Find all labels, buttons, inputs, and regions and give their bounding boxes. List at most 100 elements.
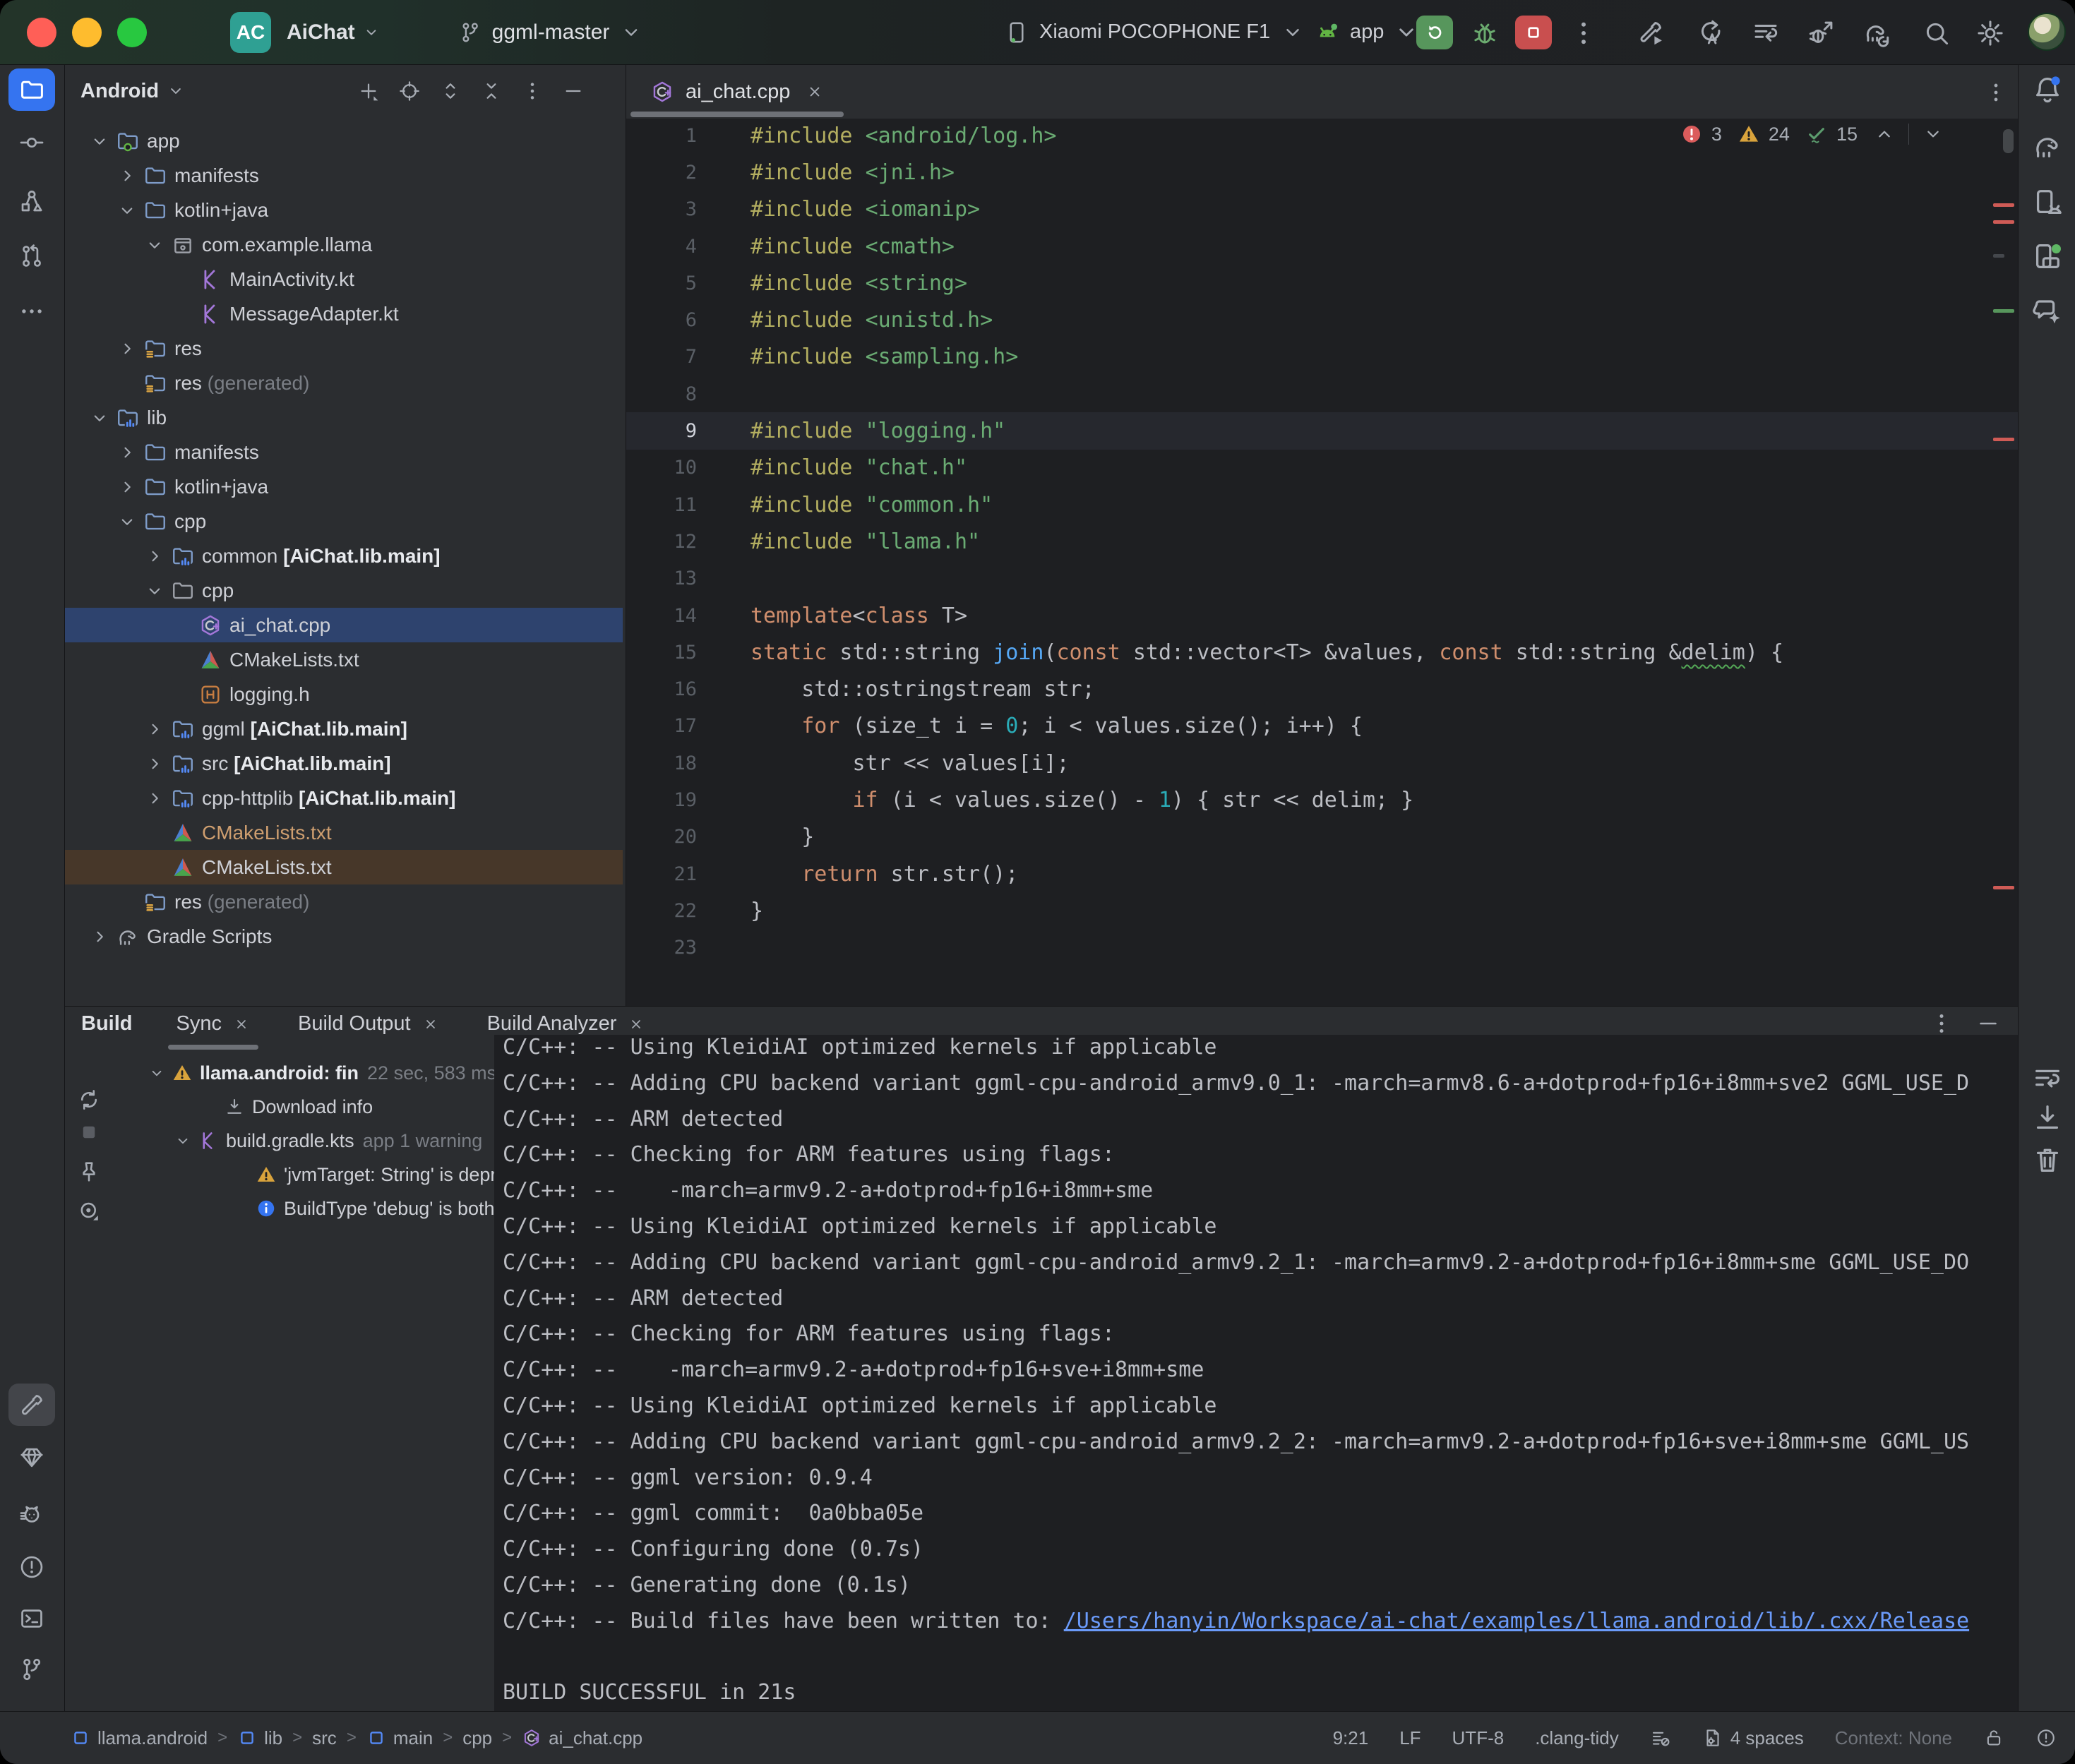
error-stripe-mark[interactable] bbox=[1993, 438, 2014, 441]
status-encoding[interactable]: UTF-8 bbox=[1452, 1727, 1505, 1749]
change-stripe-mark[interactable] bbox=[1993, 309, 2014, 313]
expand-all-button[interactable] bbox=[439, 80, 462, 102]
status-line-separator[interactable]: LF bbox=[1399, 1727, 1421, 1749]
breadcrumb-item[interactable]: ai_chat.cpp bbox=[522, 1727, 642, 1749]
project-view-selector[interactable]: Android bbox=[80, 80, 159, 103]
view-options-icon[interactable] bbox=[76, 1199, 102, 1224]
soft-wrap-button[interactable] bbox=[2031, 1062, 2064, 1094]
project-tree-row[interactable]: res (generated) bbox=[65, 884, 623, 919]
version-control-tool-button[interactable] bbox=[8, 1648, 55, 1691]
stop-gray-icon[interactable] bbox=[76, 1120, 102, 1145]
project-tree-row[interactable]: MessageAdapter.kt bbox=[65, 296, 623, 331]
pull-requests-tool-button[interactable] bbox=[8, 235, 55, 277]
build-options-button[interactable] bbox=[1929, 1011, 1954, 1036]
rerun-button[interactable] bbox=[1416, 16, 1453, 49]
project-selector[interactable]: AiChat bbox=[287, 20, 355, 44]
project-tree-row[interactable]: cpp bbox=[65, 573, 623, 608]
collapse-all-button[interactable] bbox=[480, 80, 503, 102]
build-tab-sync[interactable]: Sync bbox=[172, 1007, 254, 1048]
build-tree-row[interactable]: 'jvmTarget: String' is deprec bbox=[106, 1158, 494, 1192]
build-console[interactable]: C/C++: -- Using KleidiAI optimized kerne… bbox=[494, 1035, 2018, 1711]
status-clang-tidy[interactable]: .clang-tidy bbox=[1535, 1727, 1619, 1749]
project-tree-row[interactable]: com.example.llama bbox=[65, 227, 623, 262]
locate-file-button[interactable] bbox=[398, 80, 421, 102]
project-tree-row[interactable]: cpp-httplib [AiChat.lib.main] bbox=[65, 781, 623, 815]
status-inspections-widget[interactable] bbox=[2035, 1727, 2057, 1748]
breadcrumb-item[interactable]: src bbox=[312, 1727, 337, 1749]
previous-problem-button[interactable] bbox=[1873, 123, 1896, 145]
project-tree-row[interactable]: kotlin+java bbox=[65, 469, 623, 504]
gradle-sync-button[interactable] bbox=[1862, 18, 1892, 48]
notifications-button[interactable] bbox=[2031, 73, 2064, 106]
project-tree-row[interactable]: res (generated) bbox=[65, 366, 623, 400]
breadcrumb-item[interactable]: cpp bbox=[462, 1727, 492, 1749]
build-tree-row[interactable]: Download info bbox=[106, 1090, 494, 1124]
pin-icon[interactable] bbox=[76, 1159, 102, 1184]
breadcrumb-item[interactable]: main bbox=[366, 1727, 433, 1749]
error-stripe-mark[interactable] bbox=[1993, 886, 2014, 889]
project-tree-row[interactable]: ai_chat.cpp bbox=[65, 608, 623, 642]
code-area[interactable]: 1#include <android/log.h>2#include <jni.… bbox=[626, 119, 2018, 1006]
more-tool-windows-button[interactable] bbox=[8, 290, 55, 332]
editor-options-button[interactable] bbox=[1984, 80, 2008, 104]
add-button[interactable] bbox=[357, 80, 380, 102]
console-path-link[interactable]: /Users/hanyin/Workspace/ai-chat/examples… bbox=[1064, 1609, 1969, 1633]
gradle-tool-button[interactable] bbox=[2031, 130, 2064, 162]
close-icon[interactable] bbox=[806, 83, 824, 101]
editor-scrollbar[interactable] bbox=[2003, 129, 2014, 153]
project-tree-row[interactable]: Gradle Scripts bbox=[65, 919, 623, 954]
project-tree-row[interactable]: logging.h bbox=[65, 677, 623, 712]
commit-tool-button[interactable] bbox=[8, 121, 55, 164]
hide-panel-button[interactable] bbox=[562, 80, 585, 102]
branch-selector[interactable]: ggml-master bbox=[448, 20, 644, 44]
logcat-tool-button[interactable] bbox=[8, 1495, 55, 1537]
stop-button[interactable] bbox=[1515, 16, 1552, 49]
status-context[interactable]: Context: None bbox=[1835, 1727, 1952, 1749]
structure-tool-button[interactable] bbox=[8, 180, 55, 222]
clear-console-button[interactable] bbox=[2031, 1144, 2064, 1176]
apply-changes-button[interactable] bbox=[1696, 18, 1726, 48]
status-caret-position[interactable]: 9:21 bbox=[1333, 1727, 1369, 1749]
build-tab-build-output[interactable]: Build Output bbox=[294, 1007, 443, 1048]
more-actions-button[interactable] bbox=[1569, 18, 1598, 48]
terminal-tool-button[interactable] bbox=[8, 1597, 55, 1640]
search-everywhere-button[interactable] bbox=[1922, 18, 1951, 48]
settings-button[interactable] bbox=[1975, 18, 2005, 48]
next-problem-button[interactable] bbox=[1922, 123, 1944, 145]
build-button[interactable] bbox=[1637, 18, 1666, 48]
panel-options-button[interactable] bbox=[521, 80, 544, 102]
status-lock[interactable] bbox=[1983, 1727, 2004, 1748]
project-tree-row[interactable]: app bbox=[65, 124, 623, 158]
project-tree-row[interactable]: CMakeLists.txt bbox=[65, 642, 623, 677]
problems-tool-button[interactable] bbox=[8, 1546, 55, 1588]
device-manager-button[interactable] bbox=[2031, 186, 2064, 219]
breadcrumb-item[interactable]: lib bbox=[237, 1727, 282, 1749]
project-tree-row[interactable]: MainActivity.kt bbox=[65, 262, 623, 296]
error-stripe-mark[interactable] bbox=[1993, 203, 2014, 207]
sync-icon[interactable] bbox=[76, 1087, 102, 1112]
user-avatar[interactable] bbox=[2028, 13, 2066, 51]
apply-code-changes-button[interactable] bbox=[1751, 18, 1781, 48]
macos-close-button[interactable] bbox=[27, 18, 56, 47]
status-indent[interactable]: 4 spaces bbox=[1702, 1727, 1804, 1749]
build-tree-row[interactable]: BuildType 'debug' is both de bbox=[106, 1192, 494, 1225]
app-quality-insights-button[interactable] bbox=[8, 1436, 55, 1479]
status-formatter[interactable] bbox=[1650, 1727, 1671, 1748]
project-tree-row[interactable]: common [AiChat.lib.main] bbox=[65, 539, 623, 573]
gemini-chat-button[interactable] bbox=[2031, 295, 2064, 328]
run-configuration-selector[interactable]: app bbox=[1305, 18, 1421, 47]
build-tree-row[interactable]: llama.android: fin22 sec, 583 ms bbox=[106, 1056, 494, 1090]
project-tree-row[interactable]: CMakeLists.txt bbox=[65, 815, 623, 850]
project-tool-button[interactable] bbox=[8, 68, 55, 111]
breadcrumb-item[interactable]: llama.android bbox=[71, 1727, 208, 1749]
project-tree-row[interactable]: cpp bbox=[65, 504, 623, 539]
project-icon[interactable]: AC bbox=[230, 12, 271, 53]
project-tree-row[interactable]: manifests bbox=[65, 158, 623, 193]
debug-button[interactable] bbox=[1470, 18, 1500, 48]
running-devices-button[interactable] bbox=[2031, 240, 2064, 272]
project-tree-row[interactable]: kotlin+java bbox=[65, 193, 623, 227]
project-tree-row[interactable]: res bbox=[65, 331, 623, 366]
error-stripe-mark[interactable] bbox=[1993, 220, 2014, 224]
scroll-to-end-button[interactable] bbox=[2031, 1101, 2064, 1134]
project-tree-row[interactable]: CMakeLists.txt bbox=[65, 850, 623, 884]
